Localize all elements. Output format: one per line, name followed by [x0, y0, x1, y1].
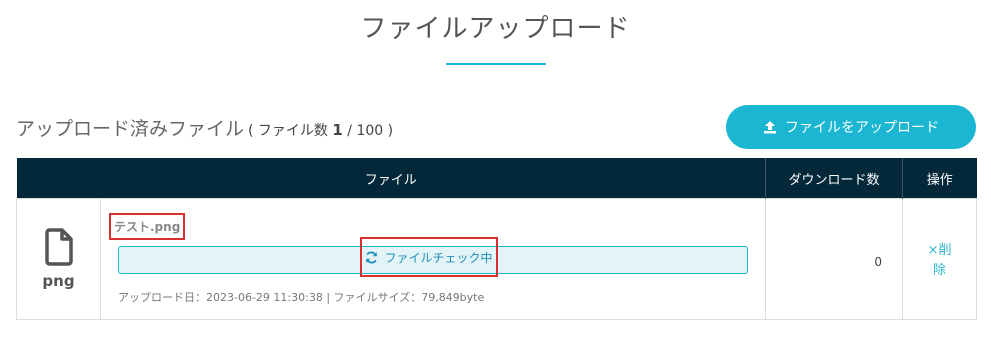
- file-icon: [44, 228, 73, 266]
- file-info-cell: テスト.png ファイルチェック中 アップロード日：2023-06-29 11:…: [99, 198, 767, 320]
- header-actions: 操作: [902, 158, 977, 199]
- file-count-open: ( ファイル数: [248, 123, 333, 139]
- file-type-cell: png: [16, 198, 101, 320]
- refresh-icon: [366, 251, 378, 263]
- table-row: png テスト.png ファイルチェック中 アップロード日：2023-06-29…: [16, 198, 978, 320]
- table-header-row: ファイル ダウンロード数 操作: [16, 158, 977, 199]
- download-count: 0: [874, 255, 883, 269]
- file-meta: アップロード日：2023-06-29 11:30:38 | ファイルサイズ：79…: [118, 291, 485, 304]
- file-count-close: ): [383, 123, 394, 139]
- page-title: ファイルアップロード: [360, 14, 631, 44]
- file-name[interactable]: テスト.png: [109, 213, 186, 240]
- section-header: アップロード済みファイル ( ファイル数 1 / 100 ): [16, 114, 393, 141]
- action-cell: ×削除: [902, 198, 978, 320]
- upload-file-button[interactable]: ファイルをアップロード: [726, 105, 976, 149]
- upload-page: ファイルアップロード アップロード済みファイル ( ファイル数 1 / 100 …: [0, 0, 991, 337]
- file-count-current: 1: [332, 121, 343, 139]
- download-count-cell: 0: [765, 198, 904, 320]
- upload-icon: [764, 121, 776, 134]
- file-count-sep: /: [342, 123, 357, 139]
- file-count-max: 100: [356, 123, 384, 139]
- section-title: アップロード済みファイル: [16, 118, 245, 140]
- files-table: ファイル ダウンロード数 操作 png テスト.png ファイルチェック中 アッ…: [16, 158, 978, 320]
- upload-button-label: ファイルをアップロード: [785, 120, 939, 136]
- title-underline: [446, 63, 546, 65]
- file-type-label: png: [42, 272, 75, 290]
- file-check-status-label: ファイルチェック中: [384, 250, 493, 265]
- header-file: ファイル: [16, 158, 767, 199]
- header-downloads: ダウンロード数: [765, 158, 904, 199]
- file-count: ( ファイル数 1 / 100 ): [248, 120, 393, 140]
- delete-link[interactable]: ×削除: [925, 241, 955, 281]
- file-check-status: ファイルチェック中: [360, 237, 498, 277]
